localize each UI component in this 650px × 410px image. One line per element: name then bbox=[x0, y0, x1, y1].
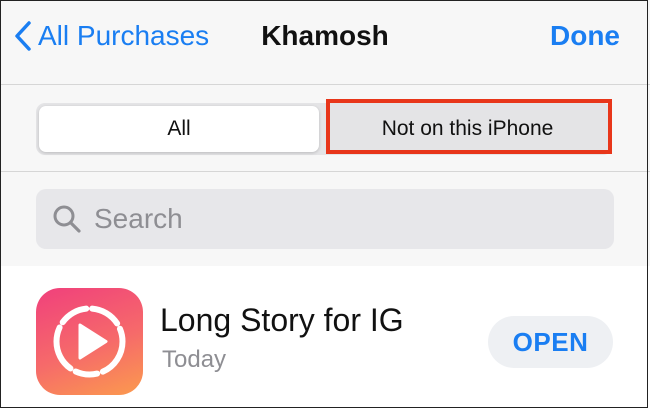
segment-all[interactable]: All bbox=[39, 106, 319, 152]
app-name: Long Story for IG bbox=[160, 302, 404, 338]
segment-bar: All Not on this iPhone bbox=[0, 85, 650, 172]
segmented-control: All Not on this iPhone bbox=[36, 103, 612, 155]
app-icon bbox=[36, 288, 143, 395]
search-bar[interactable] bbox=[36, 189, 614, 249]
segment-not-on-this-iphone[interactable]: Not on this iPhone bbox=[326, 106, 609, 152]
search-input[interactable] bbox=[92, 202, 576, 236]
app-date: Today bbox=[162, 346, 227, 373]
search-icon bbox=[53, 205, 81, 233]
navigation-bar: All Purchases Khamosh Done bbox=[0, 0, 650, 85]
open-button[interactable]: OPEN bbox=[488, 316, 613, 368]
list-item[interactable]: Long Story for IG Today OPEN bbox=[0, 266, 650, 410]
back-button[interactable]: All Purchases bbox=[14, 14, 209, 58]
search-area bbox=[0, 172, 650, 266]
chevron-left-icon bbox=[15, 21, 31, 51]
done-button[interactable]: Done bbox=[550, 14, 620, 58]
back-label: All Purchases bbox=[38, 20, 210, 51]
play-circle-icon bbox=[53, 305, 126, 378]
